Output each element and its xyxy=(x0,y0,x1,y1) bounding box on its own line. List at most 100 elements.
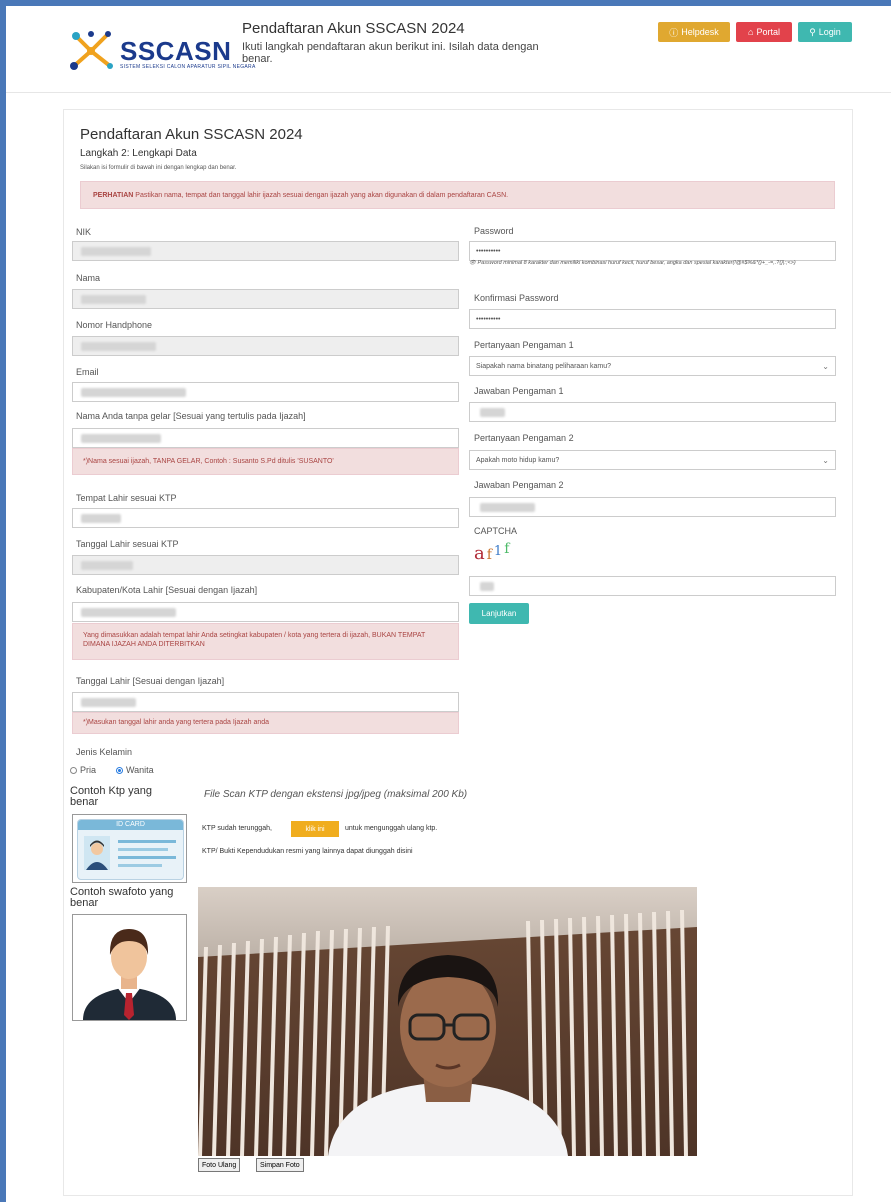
header-title: Pendaftaran Akun SSCASN 2024 xyxy=(242,20,465,37)
id-line xyxy=(118,848,168,851)
alert-text: Pastikan nama, tempat dan tanggal lahir … xyxy=(133,191,509,199)
gender-pria-radio[interactable]: Pria xyxy=(70,765,96,775)
email-input[interactable] xyxy=(72,382,459,402)
ktp-uploaded-text: KTP sudah terunggah, xyxy=(202,825,272,832)
selfie-photo xyxy=(198,887,697,1156)
tanggal-lahir-input[interactable] xyxy=(72,555,459,575)
radio-circle-selected xyxy=(116,766,123,774)
redacted-value xyxy=(81,514,121,523)
nama-ijazah-note: *)Nama sesuai ijazah, TANPA GELAR, Conto… xyxy=(72,448,459,475)
nama-input[interactable] xyxy=(72,289,459,309)
nama-ijazah-input[interactable] xyxy=(72,428,459,448)
id-line xyxy=(118,864,162,867)
q1-value: Siapakah nama binatang peliharaan kamu? xyxy=(476,362,612,370)
nama-ijazah-label: Nama Anda tanpa gelar [Sesuai yang tertu… xyxy=(76,411,306,421)
logo-subtitle: SISTEM SELEKSI CALON APARATUR SIPIL NEGA… xyxy=(120,64,256,70)
captcha-char: a xyxy=(474,543,487,564)
gender-label: Jenis Kelamin xyxy=(76,747,133,757)
logo-mark-icon xyxy=(70,31,113,70)
lanjutkan-button[interactable]: Lanjutkan xyxy=(469,603,529,624)
redacted-value xyxy=(480,408,505,417)
kab-input[interactable] xyxy=(72,602,459,622)
redacted-value xyxy=(81,342,156,351)
redacted-value xyxy=(81,388,186,397)
person-illustration-icon xyxy=(83,929,176,1020)
nama-label: Nama xyxy=(76,273,101,283)
selfie-example-image xyxy=(72,914,187,1021)
header-description: Ikuti langkah pendaftaran akun berikut i… xyxy=(242,41,539,65)
alert-strong: PERHATIAN xyxy=(93,191,134,199)
key-icon: ⚲ xyxy=(809,26,816,37)
selfie-example-label: Contoh swafoto yang benar xyxy=(70,886,174,909)
tempat-lahir-label: Tempat Lahir sesuai KTP xyxy=(76,493,177,503)
wanita-label: Wanita xyxy=(126,765,154,775)
helpdesk-button[interactable]: ⓘ Helpdesk xyxy=(658,22,730,42)
person-icon xyxy=(86,840,108,870)
captcha-char: f xyxy=(486,547,494,563)
q1-select[interactable]: Siapakah nama binatang peliharaan kamu? … xyxy=(469,356,836,376)
a1-input[interactable] xyxy=(469,402,836,422)
tempat-lahir-input[interactable] xyxy=(72,508,459,528)
portal-button[interactable]: ⌂ Portal xyxy=(736,22,792,42)
portal-label: Portal xyxy=(756,27,780,37)
redacted-value xyxy=(81,698,136,707)
redacted-value xyxy=(81,247,151,256)
captcha-input[interactable] xyxy=(469,576,836,596)
redacted-value xyxy=(480,503,535,512)
foto-ulang-button[interactable]: Foto Ulang xyxy=(198,1158,241,1172)
konfirmasi-input[interactable]: •••••••••• xyxy=(469,309,836,329)
a2-input[interactable] xyxy=(469,497,836,517)
email-label: Email xyxy=(76,367,99,377)
form-info: Silakan isi formulir di bawah ini dengan… xyxy=(80,165,237,171)
q2-value: Apakah moto hidup kamu? xyxy=(476,456,560,464)
id-line xyxy=(118,840,176,843)
a2-label: Jawaban Pengaman 2 xyxy=(474,480,564,490)
site-header: SSCASN SISTEM SELEKSI CALON APARATUR SIP… xyxy=(6,6,891,93)
id-card-graphic: ID CARD xyxy=(77,819,184,880)
q2-select[interactable]: Apakah moto hidup kamu? ⌄ xyxy=(469,450,836,470)
q1-label: Pertanyaan Pengaman 1 xyxy=(474,340,574,350)
home-icon: ⌂ xyxy=(748,27,754,37)
tgl-ijazah-input[interactable] xyxy=(72,692,459,712)
ktp-other-text: KTP/ Bukti Kependudukan resmi yang lainn… xyxy=(202,848,413,855)
eye-icon[interactable]: 👁 xyxy=(469,260,476,266)
kab-label: Kabupaten/Kota Lahir [Sesuai dengan Ijaz… xyxy=(76,585,258,595)
redacted-value xyxy=(81,561,133,570)
redacted-value xyxy=(81,434,161,443)
login-label: Login xyxy=(818,27,841,37)
redacted-value xyxy=(480,582,494,591)
form-title: Pendaftaran Akun SSCASN 2024 xyxy=(80,126,303,143)
pria-label: Pria xyxy=(80,765,97,775)
ktp-file-label: File Scan KTP dengan ekstensi jpg/jpeg (… xyxy=(204,789,468,800)
tgl-ijazah-label: Tanggal Lahir [Sesuai dengan Ijazah] xyxy=(76,676,225,686)
sscasn-logo[interactable]: SSCASN SISTEM SELEKSI CALON APARATUR SIP… xyxy=(66,24,255,78)
klik-ini-button[interactable]: klik ini xyxy=(291,821,339,837)
captcha-image: af1f xyxy=(474,541,511,564)
logo-text: SSCASN xyxy=(120,36,232,66)
chevron-down-icon: ⌄ xyxy=(822,361,829,371)
captcha-char: 1 xyxy=(493,544,505,559)
captcha-label: CAPTCHA xyxy=(474,526,518,536)
ktp-uploaded-post: untuk mengunggah ulang ktp. xyxy=(345,825,438,832)
form-step: Langkah 2: Lengkapi Data xyxy=(80,148,197,159)
simpan-foto-button[interactable]: Simpan Foto xyxy=(256,1158,304,1172)
info-icon: ⓘ xyxy=(669,27,679,38)
hp-input[interactable] xyxy=(72,336,459,356)
radio-circle xyxy=(70,766,77,774)
password-hint-text: Password minimal 8 karakter dan memiliki… xyxy=(477,260,796,266)
tgl-ijazah-note: *)Masukan tanggal lahir anda yang terter… xyxy=(72,712,459,734)
redacted-value xyxy=(81,295,146,304)
browser-page: SSCASN SISTEM SELEKSI CALON APARATUR SIP… xyxy=(6,6,891,1202)
login-button[interactable]: ⚲ Login xyxy=(798,22,852,42)
gender-wanita-radio[interactable]: Wanita xyxy=(116,765,154,775)
konfirmasi-label: Konfirmasi Password xyxy=(474,293,559,303)
id-card-photo xyxy=(84,836,110,870)
ktp-example-image: ID CARD xyxy=(72,814,187,883)
q2-label: Pertanyaan Pengaman 2 xyxy=(474,433,574,443)
tanggal-lahir-label: Tanggal Lahir sesuai KTP xyxy=(76,539,179,549)
redacted-value xyxy=(81,608,176,617)
nik-input[interactable] xyxy=(72,241,459,261)
password-label: Password xyxy=(474,226,514,236)
password-input[interactable]: •••••••••• xyxy=(469,241,836,261)
a1-label: Jawaban Pengaman 1 xyxy=(474,386,564,396)
